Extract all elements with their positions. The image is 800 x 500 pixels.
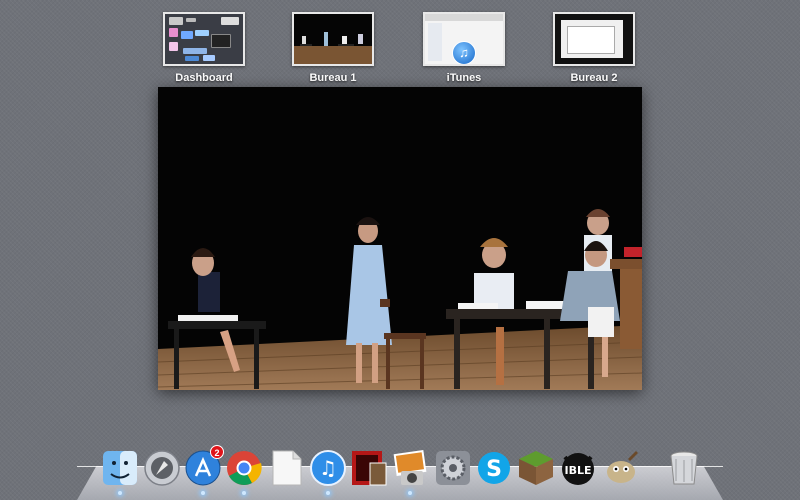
minecraft-icon <box>519 451 553 485</box>
photo-window[interactable] <box>158 87 642 390</box>
space-dashboard[interactable]: Dashboard <box>163 12 245 84</box>
spaces-bar: Dashboard Bureau 1 ♫ iTunes Bureau 2 <box>0 0 800 88</box>
running-indicator <box>201 491 205 495</box>
itunes-icon: ♫ <box>310 450 346 486</box>
dock-item-skype[interactable]: S <box>475 449 513 487</box>
running-indicator <box>118 491 122 495</box>
space-bureau-1[interactable]: Bureau 1 <box>292 12 374 84</box>
finder-icon <box>103 451 137 485</box>
itunes-icon: ♫ <box>452 41 476 64</box>
bureau-2-thumbnail[interactable] <box>553 12 635 66</box>
ible-label: IBLE <box>564 464 591 477</box>
trash-icon <box>670 451 698 485</box>
chrome-icon <box>227 451 262 485</box>
space-label-bureau-2: Bureau 2 <box>570 72 618 84</box>
dock-item-photo-booth[interactable] <box>350 449 388 487</box>
itunes-sidebar <box>428 23 442 61</box>
dock-item-gimp[interactable] <box>602 449 640 487</box>
dock-item-finder[interactable] <box>101 449 139 487</box>
dock-item-chrome[interactable] <box>225 449 263 487</box>
dock-item-document[interactable] <box>267 449 305 487</box>
space-bureau-2[interactable]: Bureau 2 <box>553 12 635 84</box>
ible-icon: IBLE <box>562 453 594 485</box>
dock-item-launchpad[interactable] <box>143 449 181 487</box>
launchpad-icon <box>144 450 180 486</box>
space-itunes[interactable]: ♫ iTunes <box>423 12 505 84</box>
itunes-thumbnail[interactable]: ♫ <box>423 12 505 66</box>
photo-booth-icon <box>352 451 387 486</box>
space-label-bureau-1: Bureau 1 <box>309 72 357 84</box>
gimp-icon <box>607 451 638 483</box>
dialog-preview <box>567 26 615 54</box>
itunes-toolbar <box>425 14 503 21</box>
dock-item-app-store[interactable]: 2 <box>184 445 224 487</box>
dock-item-iphoto[interactable] <box>391 449 429 487</box>
document-icon <box>272 450 302 486</box>
dock-item-system-preferences[interactable] <box>434 449 472 487</box>
bureau-1-thumbnail[interactable] <box>292 12 374 66</box>
dock-item-minecraft[interactable] <box>517 449 555 487</box>
notification-badge: 2 <box>210 445 224 459</box>
space-label-dashboard: Dashboard <box>175 72 233 84</box>
space-label-itunes: iTunes <box>446 72 482 84</box>
stage-photo <box>158 87 642 390</box>
dock-item-trash[interactable] <box>665 449 703 487</box>
running-indicator <box>408 491 412 495</box>
dashboard-thumbnail[interactable] <box>163 12 245 66</box>
running-indicator <box>326 491 330 495</box>
system-preferences-icon <box>436 451 470 485</box>
dock-item-ible[interactable]: IBLE <box>559 449 597 487</box>
running-indicator <box>242 491 246 495</box>
dock-item-itunes[interactable]: ♫ <box>309 449 347 487</box>
svg-text:♫: ♫ <box>319 456 337 480</box>
iphoto-icon <box>393 450 427 485</box>
svg-text:S: S <box>486 457 502 482</box>
skype-icon: S <box>478 452 510 484</box>
